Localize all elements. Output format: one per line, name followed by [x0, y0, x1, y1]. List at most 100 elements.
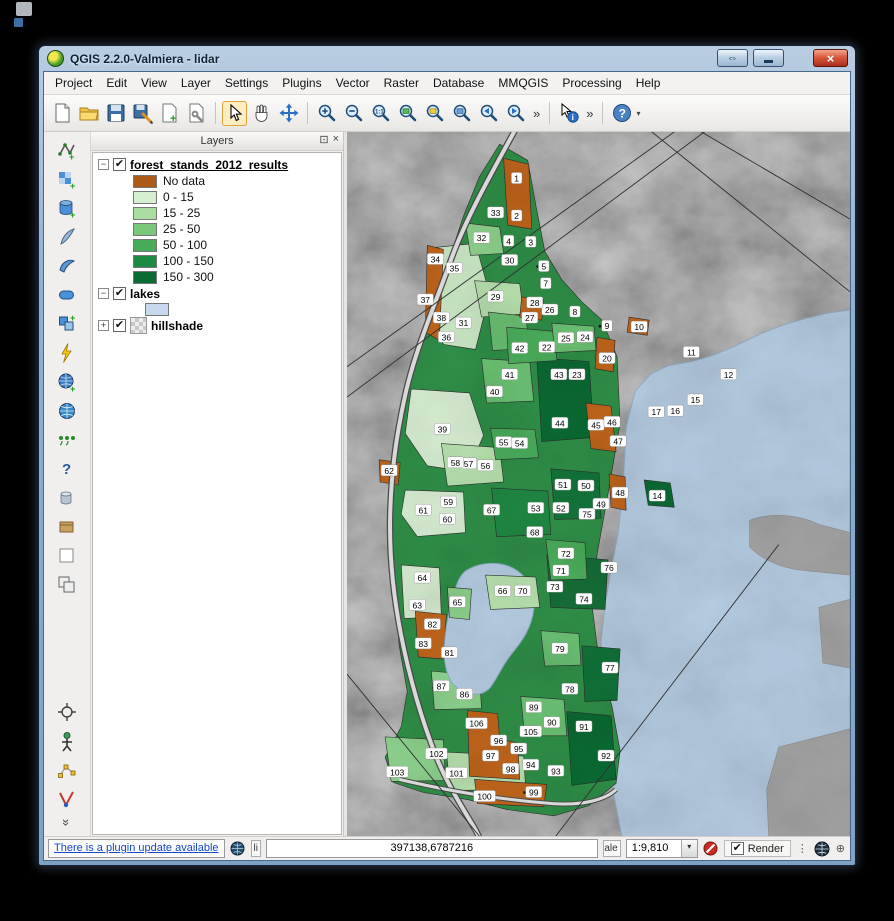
zoom-next-icon[interactable]: [503, 101, 528, 126]
legend-item[interactable]: 150 - 300: [93, 269, 341, 285]
panel-close-icon[interactable]: ×: [333, 133, 339, 146]
new-composer-icon[interactable]: +: [157, 101, 182, 126]
zoom-out-icon[interactable]: [341, 101, 366, 126]
plugin-update-link[interactable]: There is a plugin update available: [48, 839, 225, 858]
combo-arrow-icon[interactable]: ▾: [681, 840, 697, 857]
add-delimited-text-icon[interactable]: [54, 427, 80, 453]
node-tool-icon[interactable]: [54, 757, 80, 783]
save-project-as-icon[interactable]: [130, 101, 155, 126]
minimize-button[interactable]: [753, 49, 784, 67]
expand-expander-icon[interactable]: +: [98, 320, 109, 331]
touch-zoom-icon[interactable]: [222, 101, 247, 126]
hillshade-overlay: [347, 132, 850, 836]
titlebar[interactable]: QGIS 2.2.0-Valmiera - lidar ⇔ ×: [43, 46, 851, 71]
menu-item-database[interactable]: Database: [426, 73, 491, 93]
coordinate-toggle[interactable]: li: [251, 840, 261, 857]
open-project-icon[interactable]: [76, 101, 101, 126]
layer-checkbox[interactable]: ✔: [113, 158, 126, 171]
toolbar-overflow-icon[interactable]: »: [583, 106, 596, 121]
new-project-icon[interactable]: [49, 101, 74, 126]
embed-layers-icon[interactable]: [54, 572, 80, 598]
layer-row-hillshade[interactable]: + ✔ hillshade: [93, 317, 341, 334]
toolbar-separator: [602, 102, 603, 124]
svg-text:102: 102: [429, 749, 443, 759]
menu-item-project[interactable]: Project: [48, 73, 99, 93]
menu-item-vector[interactable]: Vector: [329, 73, 377, 93]
layer-row-lakes[interactable]: − ✔ lakes: [93, 285, 341, 302]
identify-features-icon[interactable]: i: [556, 101, 581, 126]
add-wcs-layer-icon[interactable]: +: [54, 369, 80, 395]
zoom-last-icon[interactable]: [476, 101, 501, 126]
coordinate-input[interactable]: 397138,6787216: [266, 839, 598, 858]
layer-row-forest[interactable]: − ✔ forest_stands_2012_results: [93, 156, 341, 173]
zoom-in-icon[interactable]: [314, 101, 339, 126]
panel-float-icon[interactable]: ⊡: [319, 133, 328, 146]
zoom-to-selection-icon[interactable]: [422, 101, 447, 126]
menu-item-help[interactable]: Help: [629, 73, 668, 93]
stop-render-icon[interactable]: [703, 841, 719, 857]
legend-label: 150 - 300: [163, 270, 214, 284]
add-oracle-layer-icon[interactable]: +: [54, 311, 80, 337]
restore-button[interactable]: ⇔: [717, 49, 748, 67]
layer-checkbox[interactable]: ✔: [113, 287, 126, 300]
menu-item-raster[interactable]: Raster: [377, 73, 426, 93]
new-spatialite-layer-icon[interactable]: [54, 485, 80, 511]
svg-text:45: 45: [591, 420, 601, 430]
add-vector-layer-icon[interactable]: +: [54, 137, 80, 163]
pan-to-selection-icon[interactable]: [276, 101, 301, 126]
svg-text:11: 11: [687, 348, 696, 358]
legend-item[interactable]: No data: [93, 173, 341, 189]
collapse-expander-icon[interactable]: −: [98, 288, 109, 299]
composer-manager-icon[interactable]: [184, 101, 209, 126]
new-geopackage-layer-icon[interactable]: [54, 514, 80, 540]
menu-item-processing[interactable]: Processing: [555, 73, 628, 93]
save-project-icon[interactable]: [103, 101, 128, 126]
legend-item[interactable]: 15 - 25: [93, 205, 341, 221]
map-tips-icon[interactable]: [54, 699, 80, 725]
add-wfs-layer-icon[interactable]: [54, 398, 80, 424]
log-messages-icon[interactable]: ⊕: [835, 842, 846, 855]
legend-label: No data: [163, 174, 205, 188]
layers-panel-header[interactable]: Layers ⊡ ×: [91, 132, 343, 151]
new-memory-layer-icon[interactable]: [54, 543, 80, 569]
menu-item-edit[interactable]: Edit: [99, 73, 134, 93]
help-menu-caret-icon[interactable]: ▾: [636, 109, 640, 118]
zoom-native-icon[interactable]: 1:1: [368, 101, 393, 126]
legend-item[interactable]: 0 - 15: [93, 189, 341, 205]
legend-item[interactable]: 25 - 50: [93, 221, 341, 237]
zoom-full-icon[interactable]: [395, 101, 420, 126]
main-toolbar: + 1:1 » i » ? ▾: [44, 95, 850, 132]
messages-icon[interactable]: [230, 841, 246, 857]
crs-status-icon[interactable]: [814, 841, 830, 857]
zoom-to-layer-icon[interactable]: [449, 101, 474, 126]
help-icon[interactable]: ?: [609, 101, 634, 126]
gps-tools-icon[interactable]: [54, 728, 80, 754]
add-wms-layer-icon[interactable]: [54, 340, 80, 366]
svg-text:29: 29: [491, 292, 501, 302]
render-checkbox[interactable]: ✔: [731, 842, 744, 855]
menu-item-mmqgis[interactable]: MMQGIS: [491, 73, 555, 93]
render-toggle[interactable]: ✔ Render: [724, 840, 791, 857]
add-raster-layer-icon[interactable]: +: [54, 166, 80, 192]
new-shapefile-layer-icon[interactable]: [54, 224, 80, 250]
legend-item[interactable]: 100 - 150: [93, 253, 341, 269]
close-button[interactable]: ×: [813, 49, 848, 67]
add-mssql-layer-icon[interactable]: [54, 282, 80, 308]
svg-text:78: 78: [565, 684, 575, 694]
add-spatialite-layer-icon[interactable]: [54, 253, 80, 279]
menu-item-settings[interactable]: Settings: [218, 73, 275, 93]
layer-checkbox[interactable]: ✔: [113, 319, 126, 332]
legend-item[interactable]: 50 - 100: [93, 237, 341, 253]
add-virtual-layer-icon[interactable]: ?: [54, 456, 80, 482]
menu-item-plugins[interactable]: Plugins: [275, 73, 328, 93]
toolbar-overflow-icon[interactable]: »: [530, 106, 543, 121]
pan-map-icon[interactable]: [249, 101, 274, 126]
topology-checker-icon[interactable]: [54, 786, 80, 812]
toolbar-overflow-down-icon[interactable]: »: [59, 819, 74, 826]
collapse-expander-icon[interactable]: −: [98, 159, 109, 170]
menu-item-layer[interactable]: Layer: [174, 73, 218, 93]
menu-item-view[interactable]: View: [134, 73, 174, 93]
map-canvas[interactable]: 1234578910111214151617202223242526272829…: [347, 132, 850, 836]
scale-combo[interactable]: 1:9,810 ▾: [626, 839, 698, 858]
add-postgis-layer-icon[interactable]: +: [54, 195, 80, 221]
